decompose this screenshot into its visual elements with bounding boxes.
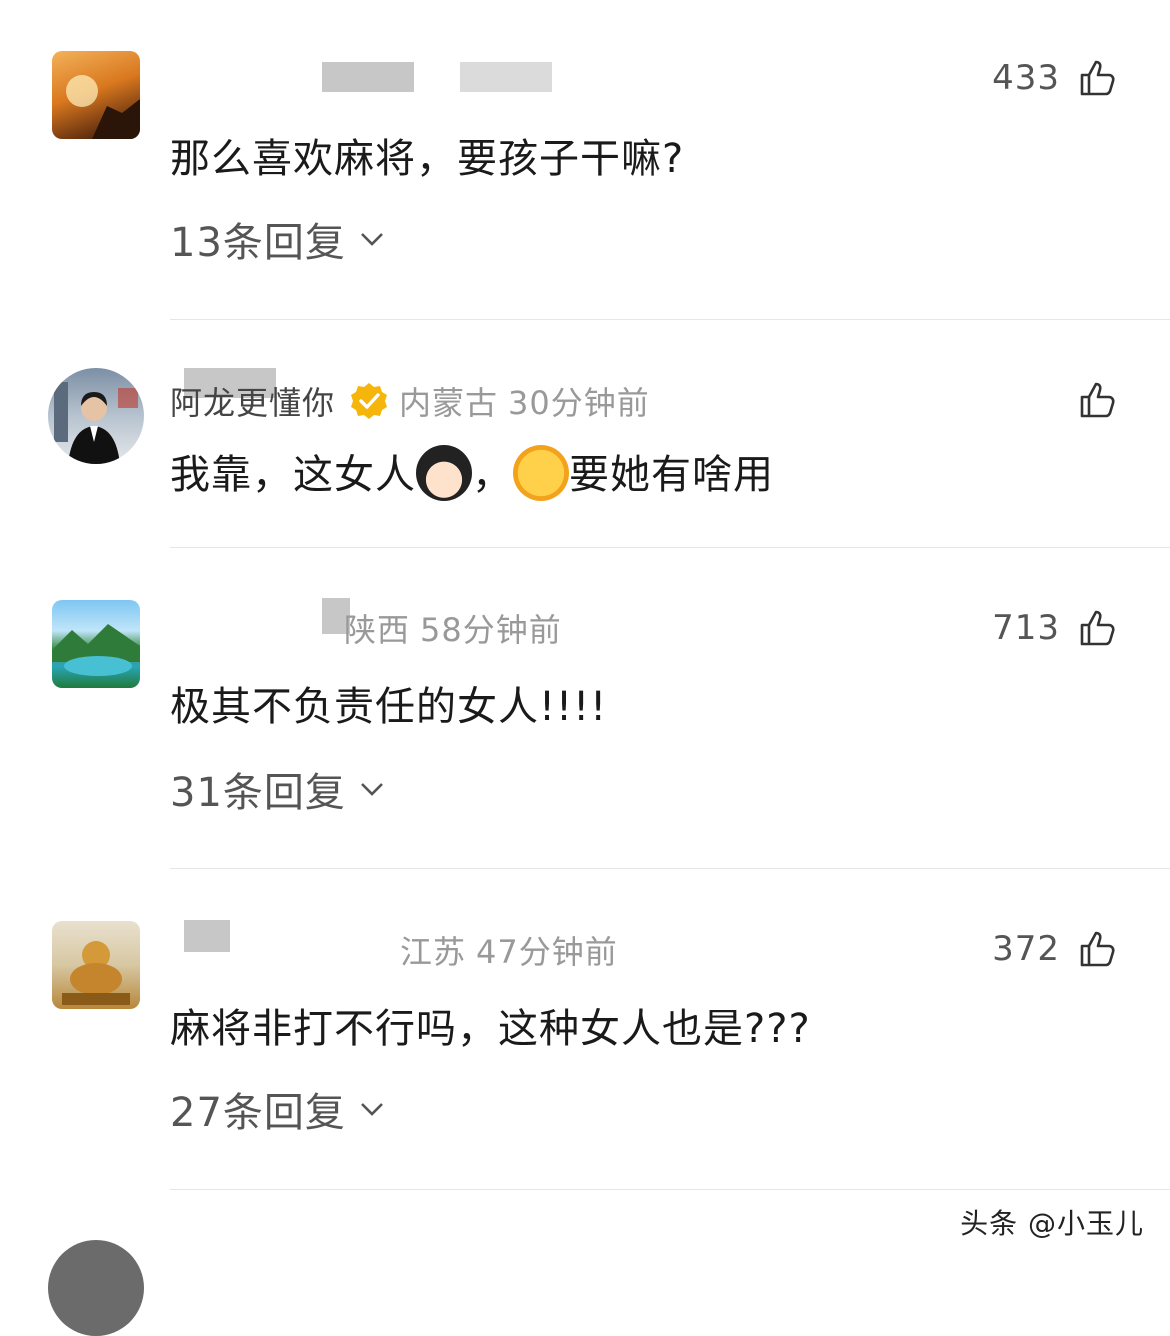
comment-meta: 阿龙更懂你 内蒙古 30分钟前 (170, 378, 650, 424)
timestamp: 30分钟前 (508, 384, 650, 422)
divider (170, 1189, 1170, 1190)
thumbs-up-icon (1080, 931, 1115, 967)
thumbs-up-icon (1080, 60, 1115, 96)
like-count: 372 (992, 929, 1060, 969)
location: 内蒙古 (399, 384, 499, 422)
chevron-down-icon (360, 783, 383, 796)
avatar-image (66, 75, 140, 139)
avatar-image (54, 382, 138, 464)
like-button[interactable]: 372 (992, 927, 1118, 971)
thumbs-up-icon (1080, 610, 1115, 646)
like-button[interactable]: 713 (992, 606, 1118, 650)
woman-face-emoji (416, 445, 472, 501)
avatar-image (62, 941, 130, 1005)
replies-count: 31条回复 (170, 770, 346, 816)
chevron-down-icon (360, 1103, 383, 1116)
avatar[interactable] (52, 51, 140, 139)
location: 江苏 (400, 933, 467, 971)
replies-count: 13条回复 (170, 220, 346, 266)
like-count: 433 (992, 58, 1060, 98)
comment-text: 麻将非打不行吗，这种女人也是??? (170, 1006, 811, 1052)
watermark: 头条 @小玉儿 (960, 1207, 1144, 1240)
timestamp: 47分钟前 (476, 933, 618, 971)
comment-text: 那么喜欢麻将，要孩子干嘛? (170, 136, 685, 182)
like-count: 713 (992, 608, 1060, 648)
like-button[interactable]: 433 (992, 56, 1118, 100)
like-button[interactable] (1078, 378, 1118, 422)
redaction-block (322, 62, 414, 92)
location: 陕西 (344, 611, 411, 649)
avatar[interactable] (48, 368, 144, 464)
comment-meta: 江苏 47分钟前 (170, 930, 618, 971)
username[interactable]: 阿龙更懂你 (170, 378, 335, 424)
view-replies-button[interactable]: 13条回复 (170, 210, 386, 268)
facepalm-emoji (513, 445, 569, 501)
chevron-down-icon (360, 233, 383, 246)
thumbs-up-icon (1080, 382, 1115, 418)
comment-text-part: 我靠，这女人 (170, 452, 416, 498)
comment-text-part: ， (472, 452, 513, 498)
avatar[interactable] (48, 1240, 144, 1336)
view-replies-button[interactable]: 31条回复 (170, 760, 386, 818)
comment-text: 我靠，这女人 ， 要她有啥用 (170, 442, 774, 505)
avatar-image (52, 624, 140, 676)
avatar[interactable] (52, 921, 140, 1009)
comment-meta: 陕西 58分钟前 (170, 608, 562, 649)
verified-badge-icon (351, 383, 388, 419)
view-replies-button[interactable]: 27条回复 (170, 1080, 386, 1138)
divider (170, 547, 1170, 548)
divider (170, 319, 1170, 320)
timestamp: 58分钟前 (420, 611, 562, 649)
replies-count: 27条回复 (170, 1090, 346, 1136)
comment-text-part: 要她有啥用 (569, 452, 774, 498)
divider (170, 868, 1170, 869)
comment-text: 极其不负责任的女人!!!! (170, 684, 608, 730)
avatar[interactable] (52, 600, 140, 688)
redaction-block (460, 62, 552, 92)
